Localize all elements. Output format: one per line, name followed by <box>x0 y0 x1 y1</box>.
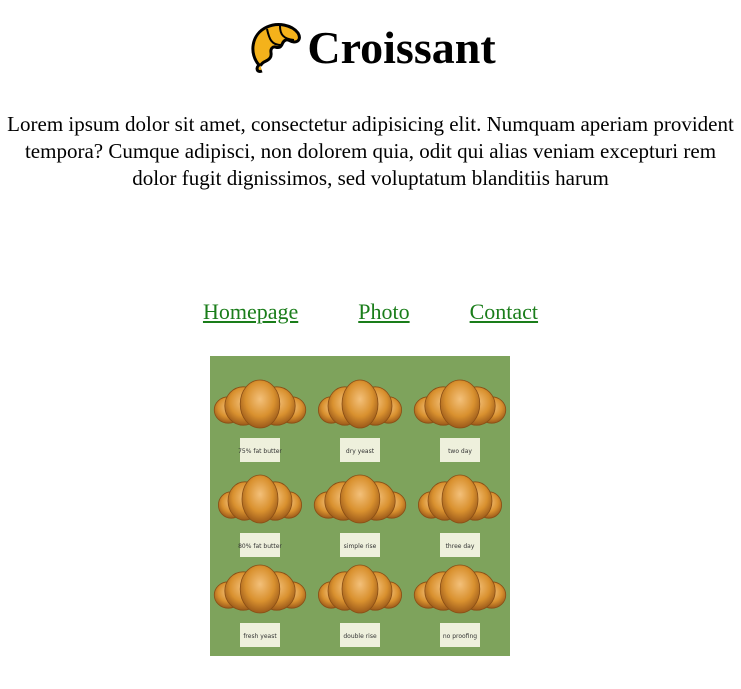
note-text: two day <box>448 448 472 455</box>
note-text: three day <box>446 543 475 550</box>
nav-link-contact[interactable]: Contact <box>470 298 538 326</box>
note-text: 80% fat butter <box>238 543 282 550</box>
note-text: dry yeast <box>346 448 375 455</box>
intro-paragraph: Lorem ipsum dolor sit amet, consectetur … <box>7 112 734 190</box>
croissant-grid: 75% fat butter dry yeast two day 80% fat bu… <box>213 379 507 647</box>
note-text: simple rise <box>344 543 377 550</box>
main-nav: Homepage Photo Contact <box>0 298 741 326</box>
note-text: no proofing <box>443 633 477 640</box>
note-text: 75% fat butter <box>238 448 282 455</box>
nav-link-homepage[interactable]: Homepage <box>203 298 298 326</box>
site-title: Croissant <box>307 22 496 73</box>
note-text: fresh yeast <box>243 633 277 640</box>
croissant-icon <box>251 23 302 73</box>
note-text: double rise <box>343 633 377 640</box>
croissants-photo: 75% fat butter dry yeast two day 80% fat bu… <box>210 356 510 656</box>
nav-link-photo[interactable]: Photo <box>358 298 409 326</box>
site-header: Croissant <box>0 18 741 78</box>
